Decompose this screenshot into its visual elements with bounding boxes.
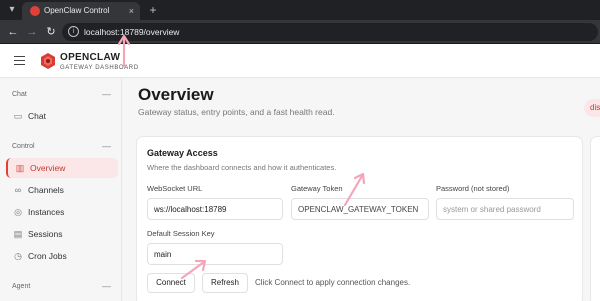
sidebar-item-label: Instances [28, 207, 65, 217]
back-arrow-icon[interactable]: ← [6, 25, 20, 39]
sidebar-item-channels[interactable]: ∞ Channels [6, 180, 118, 200]
session-key-label: Default Session Key [147, 229, 215, 238]
chat-bubble-icon: ▭ [13, 111, 23, 121]
forward-arrow-icon[interactable]: → [25, 25, 39, 39]
sidebar-item-sessions[interactable]: ▤ Sessions [6, 224, 118, 244]
websocket-url-label: WebSocket URL [147, 184, 203, 193]
bar-chart-icon: ▥ [15, 163, 25, 173]
session-key-input[interactable] [147, 243, 283, 265]
section-collapse-icon[interactable]: — [102, 282, 111, 291]
sidebar-item-overview[interactable]: ▥ Overview [6, 158, 118, 178]
app-header: OPENCLAW GATEWAY DASHBOARD [0, 44, 600, 78]
clock-icon: ◷ [14, 251, 22, 261]
connect-hint-text: Click Connect to apply connection change… [255, 278, 411, 287]
browser-toolbar: ← → ↻ i localhost:18789/overview [0, 20, 600, 44]
password-input[interactable] [436, 198, 574, 220]
tab-close-icon[interactable]: × [129, 4, 134, 18]
sidebar-item-label: Overview [30, 163, 66, 173]
link-icon: ∞ [14, 185, 22, 195]
page-subtitle: Gateway status, entry points, and a fast… [138, 107, 335, 117]
section-collapse-icon[interactable]: — [102, 90, 111, 99]
gateway-token-label: Gateway Token [291, 184, 343, 193]
sidebar-section-agent: Agent [12, 283, 31, 290]
sidebar-item-chat[interactable]: ▭ Chat [6, 106, 118, 126]
openclaw-logo-icon [41, 53, 55, 69]
browser-tab[interactable]: OpenClaw Control × [22, 2, 140, 20]
reload-icon[interactable]: ↻ [44, 25, 58, 39]
gateway-token-input[interactable] [291, 198, 429, 220]
websocket-url-input[interactable] [147, 198, 283, 220]
password-label: Password (not stored) [436, 184, 510, 193]
new-tab-button[interactable]: + [146, 2, 160, 18]
address-bar[interactable]: i localhost:18789/overview [62, 23, 598, 41]
gateway-access-card: Gateway Access Where the dashboard conne… [136, 136, 583, 301]
connect-button[interactable]: Connect [147, 273, 195, 293]
sidebar-item-label: Channels [28, 185, 64, 195]
sidebar-item-cron-jobs[interactable]: ◷ Cron Jobs [6, 246, 118, 266]
status-badge: dis [584, 99, 600, 117]
tab-search-icon[interactable]: ▾ [4, 3, 20, 17]
browser-tabstrip: ▾ OpenClaw Control × + [0, 0, 600, 20]
secondary-card [590, 136, 600, 301]
tab-title: OpenClaw Control [44, 6, 110, 15]
sidebar-section-control: Control [12, 143, 35, 150]
sidebar-item-label: Chat [28, 111, 46, 121]
brand-subtitle: GATEWAY DASHBOARD [60, 65, 139, 71]
card-title: Gateway Access [147, 148, 218, 158]
page-title: Overview [138, 85, 214, 104]
menu-icon[interactable] [14, 56, 25, 65]
refresh-button[interactable]: Refresh [202, 273, 248, 293]
card-description: Where the dashboard connects and how it … [147, 163, 337, 172]
sidebar-item-label: Sessions [28, 229, 63, 239]
document-icon: ▤ [13, 229, 23, 239]
sidebar-item-instances[interactable]: ◎ Instances [6, 202, 118, 222]
broadcast-icon: ◎ [14, 207, 22, 217]
sidebar-section-chat: Chat [12, 91, 27, 98]
sidebar-item-label: Cron Jobs [28, 251, 67, 261]
section-collapse-icon[interactable]: — [102, 142, 111, 151]
brand-name: OPENCLAW [60, 52, 121, 63]
url-text[interactable]: localhost:18789/overview [84, 26, 179, 38]
sidebar: Chat — ▭ Chat Control — ▥ Overview ∞ Cha… [0, 78, 122, 301]
favicon-icon [30, 6, 40, 16]
site-info-icon[interactable]: i [68, 26, 79, 37]
